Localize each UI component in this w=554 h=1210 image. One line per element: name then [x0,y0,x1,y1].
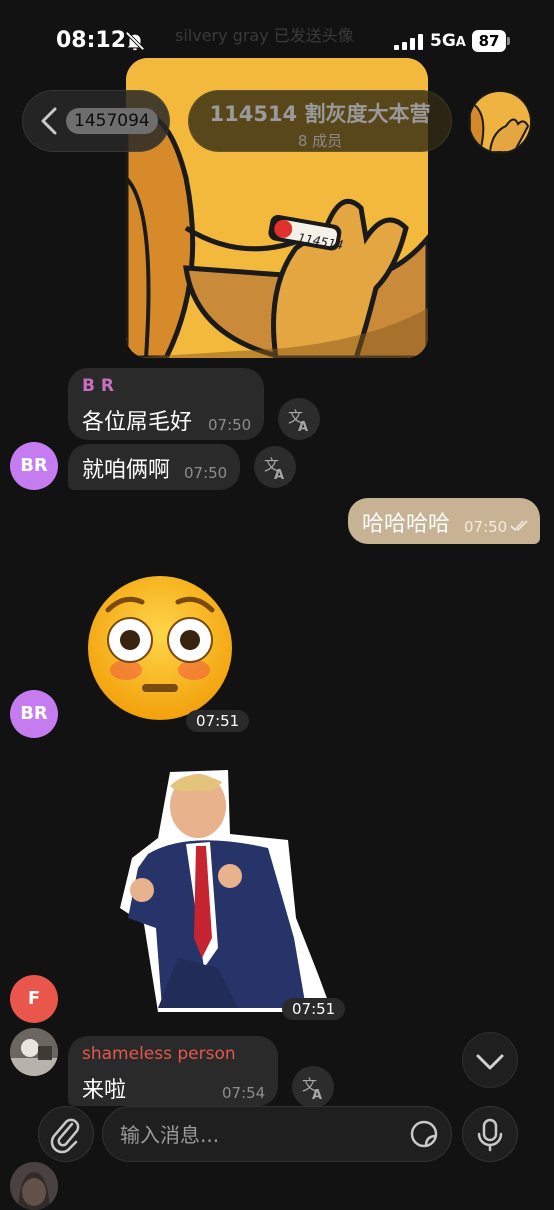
signal-icon [394,34,423,50]
message-time: 07:51 [186,710,250,732]
message-time: 07:54 [222,1084,266,1102]
message-time: 07:50 [184,464,228,482]
translate-button[interactable]: 文 A [292,1066,334,1108]
battery-indicator: 87 [472,30,510,52]
voice-record-button[interactable] [462,1106,518,1162]
faded-system-message: silvery gray 已发送头像 [175,26,354,45]
sender-name: B R [82,376,114,396]
translate-button[interactable]: 文 A [278,398,320,440]
avatar-br[interactable]: BR [10,442,58,490]
message-time: 07:50 [464,518,508,536]
translate-icon: 文 A [288,408,308,435]
message-text: 哈哈哈哈 [362,512,451,537]
avatar-photo [10,1162,58,1210]
message-time: 07:51 [282,998,346,1020]
avatar-br[interactable]: BR [10,690,58,738]
sticker-icon[interactable] [408,1118,440,1150]
microphone-icon [477,1118,503,1152]
chat-title: 114514 割灰度大本营 [209,102,431,126]
message-time: 07:50 [208,416,252,434]
avatar-f[interactable]: F [10,975,58,1023]
message-bubble[interactable]: 就咱俩啊 07:50 [68,444,240,490]
network-type: 5GA [430,31,466,51]
scroll-down-button[interactable] [462,1032,518,1088]
flushed-face-sticker[interactable] [86,574,234,722]
double-check-icon [510,520,528,532]
member-count: 8 成员 [297,132,343,150]
group-avatar[interactable] [470,92,530,152]
chevron-left-icon [41,107,57,135]
translate-button[interactable]: 文 A [254,446,296,488]
my-message-bubble[interactable]: 哈哈哈哈 07:50 [348,498,540,544]
message-bubble[interactable]: B R 各位屌毛好 07:50 [68,368,264,440]
translate-icon: 文 A [264,456,284,483]
bell-muted-icon [125,31,145,51]
message-text: 就咱俩啊 [82,458,171,483]
status-time: 08:12 [56,28,127,53]
translate-icon: 文 A [302,1076,322,1103]
avatar-shameless-person[interactable] [10,1028,58,1076]
partial-avatar [10,1162,58,1210]
dancing-man-sticker[interactable] [118,768,334,1016]
svg-text:A: A [274,468,284,483]
message-text: 来啦 [82,1078,127,1103]
paperclip-icon [50,1118,80,1154]
attach-button[interactable] [38,1106,94,1162]
group-avatar-image [470,92,530,152]
svg-text:A: A [312,1088,322,1103]
svg-text:A: A [298,420,308,435]
message-bubble[interactable]: shameless person 来啦 07:54 [68,1036,278,1106]
message-text: 各位屌毛好 [82,410,193,435]
sender-name: shameless person [82,1044,236,1064]
avatar-photo [10,1028,58,1076]
message-input[interactable] [118,1118,402,1152]
chat-title-pill[interactable]: 114514 割灰度大本营 8 成员 [188,90,452,152]
chevron-down-icon [476,1054,504,1070]
unread-count-badge: 1457094 [66,108,158,134]
